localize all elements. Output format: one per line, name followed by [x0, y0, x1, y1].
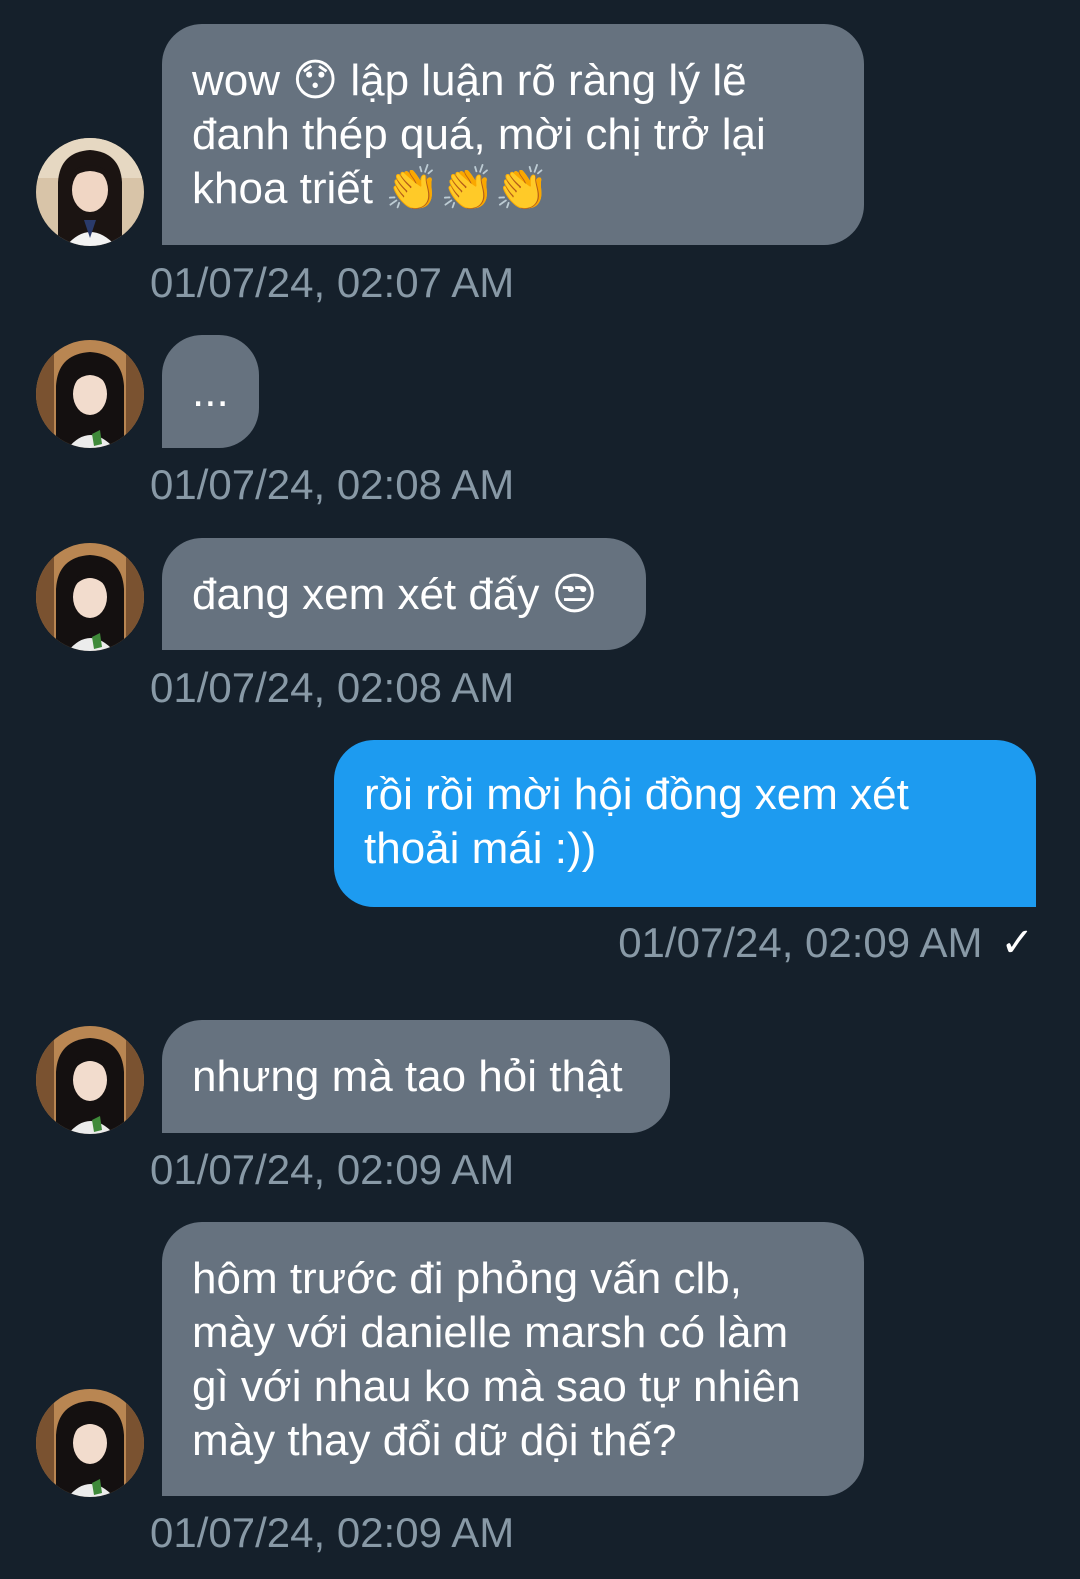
message-timestamp: 01/07/24, 02:09 AM [618, 919, 983, 966]
avatar[interactable] [36, 138, 144, 246]
message-bubble-incoming[interactable]: đang xem xét đấy 😒 [162, 538, 646, 650]
message-bubble-incoming[interactable]: nhưng mà tao hỏi thật [162, 1020, 670, 1133]
message-bubble-outgoing[interactable]: rồi rồi mời hội đồng xem xét thoải mái :… [334, 740, 1036, 907]
avatar[interactable] [36, 1389, 144, 1497]
message-timestamp: 01/07/24, 02:07 AM [150, 259, 515, 306]
message-timestamp: 01/07/24, 02:08 AM [150, 664, 515, 711]
message-bubble-incoming[interactable]: wow 😯 lập luận rõ ràng lý lẽ đanh thép q… [162, 24, 864, 245]
message-bubble-incoming[interactable]: ... [162, 335, 259, 448]
message-meta-outgoing: 01/07/24, 02:09 AM ✓ [618, 918, 1034, 968]
message-bubble-incoming[interactable]: hôm trước đi phỏng vấn clb, mày với dani… [162, 1222, 864, 1496]
checkmark-icon: ✓ [1000, 921, 1034, 965]
message-timestamp: 01/07/24, 02:09 AM [150, 1146, 515, 1193]
avatar[interactable] [36, 340, 144, 448]
message-timestamp: 01/07/24, 02:09 AM [150, 1509, 515, 1556]
avatar[interactable] [36, 1026, 144, 1134]
avatar[interactable] [36, 543, 144, 651]
message-timestamp: 01/07/24, 02:08 AM [150, 461, 515, 508]
